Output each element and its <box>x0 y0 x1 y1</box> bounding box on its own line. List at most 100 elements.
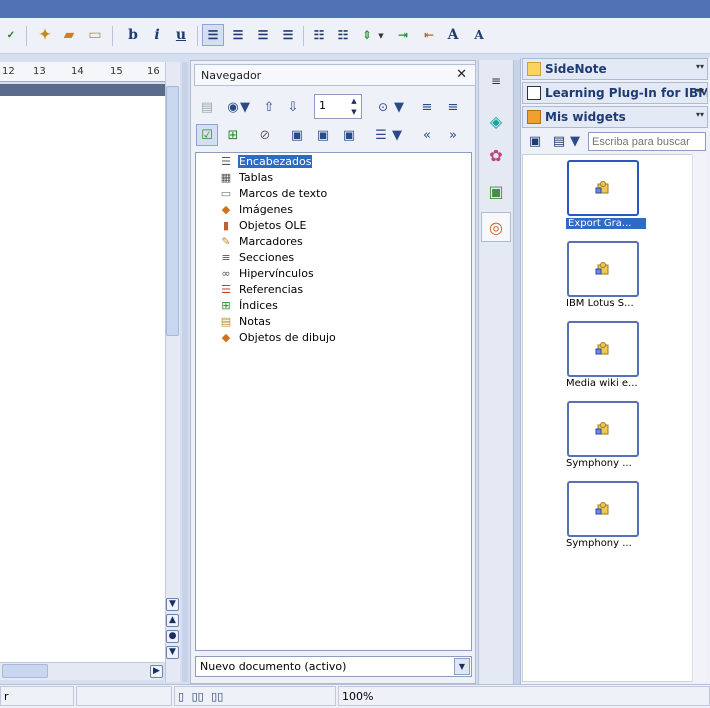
vertical-scroll-thumb[interactable] <box>166 86 179 336</box>
tree-item-sections[interactable]: ≡ Secciones <box>218 249 295 265</box>
tree-item-label: Hipervínculos <box>239 266 314 280</box>
widget-scrollbar[interactable] <box>692 154 706 682</box>
align-left-icon[interactable]: ☰ <box>202 24 224 46</box>
line-spacing-dropdown-icon[interactable]: ▼ <box>376 24 386 46</box>
tree-item-images[interactable]: ◆ Imágenes <box>218 201 294 217</box>
shrink-font-button[interactable]: A <box>468 24 490 46</box>
widget-tile[interactable] <box>567 241 639 297</box>
section-menu-icon[interactable]: ▾▾ <box>696 62 704 71</box>
set-reminder-icon[interactable]: ⊞ <box>222 124 244 146</box>
bold-button[interactable]: b <box>122 24 144 46</box>
data-sources-icon[interactable]: ▭ <box>84 24 106 46</box>
drag-mode-icon[interactable]: ⊙ <box>372 96 394 118</box>
tree-item-drawing-objects[interactable]: ◆ Objetos de dibujo <box>218 329 337 345</box>
page-number-input[interactable]: 1 ▲ ▼ <box>314 94 362 119</box>
widget-tile[interactable] <box>567 321 639 377</box>
tree-item-tables[interactable]: ▦ Tablas <box>218 169 274 185</box>
sidenote-icon <box>527 62 541 76</box>
widget-view-icon[interactable]: ▣ <box>524 130 546 152</box>
tree-item-label: Secciones <box>239 250 295 264</box>
align-center-icon[interactable]: ☰ <box>227 24 249 46</box>
section-menu-icon[interactable]: ▾▾ <box>696 86 704 95</box>
attachment-icon[interactable]: ⊘ <box>254 124 276 146</box>
document-page[interactable] <box>0 96 165 662</box>
ruler-tick: 13 <box>33 66 46 77</box>
scroll-down-icon[interactable]: ▼ <box>166 598 179 611</box>
single-page-view-icon[interactable]: ▯ <box>178 690 184 703</box>
multi-page-view-icon[interactable]: ▯▯ <box>192 690 204 703</box>
cube-icon[interactable]: ◈ <box>481 106 511 136</box>
navigator-compass-icon[interactable]: ◎ <box>481 212 511 242</box>
grow-font-button[interactable]: A <box>442 24 464 46</box>
book-view-icon[interactable]: ▯▯ <box>211 690 223 703</box>
italic-button[interactable]: i <box>146 24 168 46</box>
widget-tile[interactable] <box>567 160 639 216</box>
bookmarks-icon: ✎ <box>221 234 231 248</box>
tree-item-hyperlinks[interactable]: ∞ Hipervínculos <box>218 265 315 281</box>
justify-icon[interactable]: ☰ <box>277 24 299 46</box>
navigator-tree[interactable]: ☰ Encabezados ▦ Tablas ▭ Marcos de texto… <box>195 152 472 651</box>
widget-tile[interactable] <box>567 401 639 457</box>
panel-splitter[interactable] <box>182 62 188 682</box>
next-object-icon[interactable]: ▼ <box>166 646 179 659</box>
tree-item-text-frames[interactable]: ▭ Marcos de texto <box>218 185 328 201</box>
palette-icon[interactable]: ✿ <box>481 140 511 170</box>
heading-levels-icon[interactable]: ☰ <box>370 124 392 146</box>
navigation-dropdown-icon[interactable]: ▼ <box>240 96 250 118</box>
next-page-icon[interactable]: ⇩ <box>282 96 304 118</box>
gallery-icon[interactable]: ✦ <box>34 24 56 46</box>
horizontal-scroll-thumb[interactable] <box>2 664 48 678</box>
tree-item-notes[interactable]: ▤ Notas <box>218 313 272 329</box>
demote-chapter-icon[interactable]: » <box>442 124 464 146</box>
tree-item-bookmarks[interactable]: ✎ Marcadores <box>218 233 304 249</box>
navigator-toolbar-icon[interactable]: ▰ <box>58 24 80 46</box>
decrease-indent-icon[interactable]: ⇤ <box>418 24 440 46</box>
strip-menu-icon[interactable]: ≡ <box>481 66 511 96</box>
spin-down-icon[interactable]: ▼ <box>348 107 360 117</box>
sidenote-header[interactable]: SideNote ▾▾ <box>522 58 708 80</box>
tree-item-references[interactable]: ☰ Referencias <box>218 281 304 297</box>
drag-mode-dropdown-icon[interactable]: ▼ <box>394 96 404 118</box>
ruler-tick: 14 <box>71 66 84 77</box>
heading-levels-dropdown-icon[interactable]: ▼ <box>392 124 402 146</box>
scroll-right-icon[interactable]: ▶ <box>150 665 163 678</box>
learning-plugin-header[interactable]: Learning Plug-In for IBM... ▾▾ <box>522 82 708 104</box>
indexes-icon: ⊞ <box>221 298 231 312</box>
widget-tile[interactable] <box>567 481 639 537</box>
previous-page-icon[interactable]: ⇧ <box>258 96 280 118</box>
widget-list-dropdown-icon[interactable]: ▼ <box>570 130 580 152</box>
tree-item-headings[interactable]: ☰ Encabezados <box>218 153 313 169</box>
underline-button[interactable]: u <box>170 24 192 46</box>
section-menu-icon[interactable]: ▾▾ <box>696 110 704 119</box>
widget-search-input[interactable] <box>588 132 706 151</box>
promote-level-icon[interactable]: ≡ <box>416 96 438 118</box>
content-view-icon[interactable]: ☑ <box>196 124 218 146</box>
chevron-down-icon[interactable]: ▼ <box>454 658 470 675</box>
zoom-level[interactable]: 100% <box>338 686 710 706</box>
align-right-icon[interactable]: ☰ <box>252 24 274 46</box>
spin-up-icon[interactable]: ▲ <box>348 96 360 106</box>
promote-chapter-icon[interactable]: « <box>416 124 438 146</box>
tree-item-label: Marcos de texto <box>239 186 328 200</box>
my-widgets-header[interactable]: Mis widgets ▾▾ <box>522 106 708 128</box>
gallery-icon[interactable]: ▣ <box>481 176 511 206</box>
toggle-icon[interactable]: ▤ <box>196 96 218 118</box>
widget-list-icon[interactable]: ▤ <box>548 130 570 152</box>
document-select[interactable]: Nuevo documento (activo) ▼ <box>195 656 472 677</box>
tree-item-ole-objects[interactable]: ▮ Objetos OLE <box>218 217 307 233</box>
header-icon[interactable]: ▣ <box>286 124 308 146</box>
view-layout-group: ▯ ▯▯ ▯▯ <box>174 686 336 706</box>
tree-item-indexes[interactable]: ⊞ Índices <box>218 297 279 313</box>
anchor-text-icon[interactable]: ▣ <box>338 124 360 146</box>
demote-level-icon[interactable]: ≡ <box>442 96 464 118</box>
bullets-icon[interactable]: ☷ <box>308 24 330 46</box>
previous-object-icon[interactable]: ▲ <box>166 614 179 627</box>
close-icon[interactable]: ✕ <box>456 67 467 82</box>
footer-icon[interactable]: ▣ <box>312 124 334 146</box>
widget-icon <box>595 341 611 357</box>
increase-indent-icon[interactable]: ⇥ <box>392 24 414 46</box>
navigation-icon[interactable]: ● <box>166 630 179 643</box>
spellcheck-icon[interactable]: ✓ <box>0 24 22 46</box>
line-spacing-icon[interactable]: ⇕ <box>356 24 378 46</box>
numbering-icon[interactable]: ☷ <box>332 24 354 46</box>
